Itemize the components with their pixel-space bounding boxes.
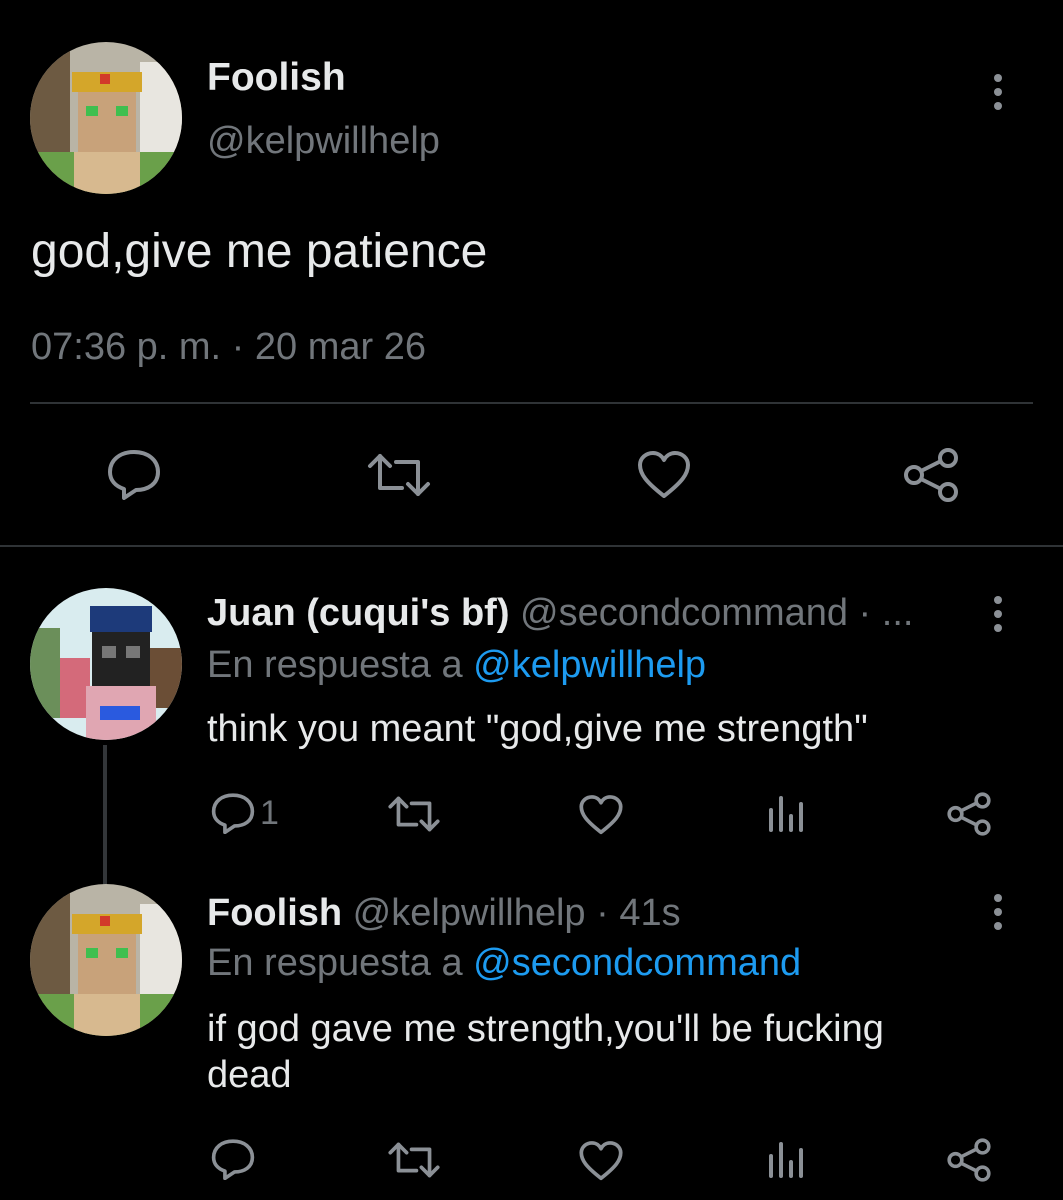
share-button[interactable] [946,792,992,836]
avatar[interactable] [30,588,182,740]
user-handle[interactable]: @secondcommand · ... [520,592,913,634]
stats-icon [769,796,803,832]
reply-header: Foolish @kelpwillhelp · 41s [207,892,681,935]
tweet-text-line: if god gave me strength,you'll be fuckin… [207,1008,884,1050]
reply-icon [211,1139,255,1180]
retweet-button[interactable] [387,795,441,833]
retweet-icon [368,454,430,496]
reply-context: En respuesta a @secondcommand [207,942,801,985]
reply-icon [211,793,255,834]
reply-context: En respuesta a @kelpwillhelp [207,644,706,687]
more-options-icon[interactable] [991,596,1005,632]
reply-header: Juan (cuqui's bf) @secondcommand · ... [207,592,913,635]
stats-button[interactable] [765,1140,805,1180]
tweet-timestamp[interactable]: 07:36 p. m. · 20 mar 26 [31,326,426,369]
avatar[interactable] [30,884,182,1036]
stats-button[interactable] [765,794,805,834]
retweet-icon [388,796,440,832]
share-button[interactable] [946,1138,992,1182]
like-icon [638,451,690,498]
tweet-text-line: dead [207,1054,292,1096]
reply-count: 1 [260,793,279,832]
stats-icon [769,1142,803,1178]
tweet-text: god,give me patience [31,225,488,278]
thread-line [103,745,107,885]
tweet-text: think you meant "god,give me strength" [207,708,868,750]
like-button[interactable] [636,450,692,500]
share-icon [947,792,991,836]
avatar[interactable] [30,42,182,194]
display-name[interactable]: Foolish [207,56,346,100]
like-button[interactable] [578,794,624,836]
retweet-icon [388,1142,440,1178]
share-icon [904,448,958,502]
more-options-icon[interactable] [991,74,1005,110]
reply-prefix: En respuesta a [207,942,463,984]
more-options-icon[interactable] [991,894,1005,930]
mention-link[interactable]: @secondcommand [473,942,801,984]
divider [30,402,1033,404]
user-handle[interactable]: @kelpwillhelp · 41s [353,892,681,934]
reply-prefix: En respuesta a [207,644,463,686]
share-icon [947,1138,991,1182]
like-icon [579,795,623,835]
divider [0,545,1063,547]
retweet-button[interactable] [387,1141,441,1179]
display-name[interactable]: Foolish [207,892,342,934]
reply-button[interactable]: 1 [210,792,279,834]
mention-link[interactable]: @kelpwillhelp [473,644,706,686]
reply-icon [108,450,160,500]
reply-button[interactable] [106,448,162,500]
user-handle[interactable]: @kelpwillhelp [207,120,440,163]
like-button[interactable] [578,1140,624,1182]
like-icon [579,1141,623,1181]
share-button[interactable] [902,448,960,502]
display-name[interactable]: Juan (cuqui's bf) [207,592,509,634]
retweet-button[interactable] [366,452,432,498]
reply-button[interactable] [210,1138,256,1180]
